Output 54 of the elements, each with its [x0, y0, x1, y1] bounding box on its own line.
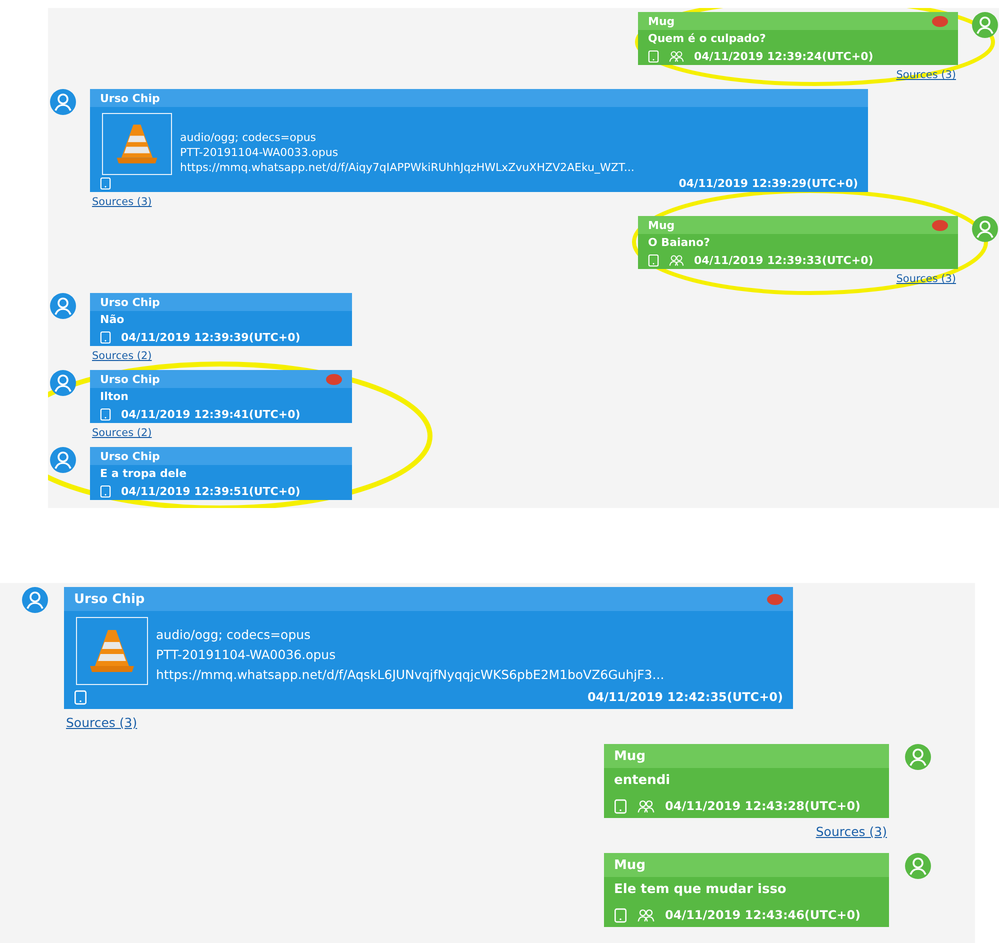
sender-name: Mug — [648, 14, 675, 28]
sources-link[interactable]: Sources (2) — [92, 427, 350, 439]
phone-icon — [100, 408, 111, 421]
message-timestamp: 04/11/2019 12:39:39(UTC+0) — [121, 331, 300, 344]
user-avatar-icon — [905, 853, 931, 879]
message-text: O Baiano? — [647, 235, 711, 251]
sender-name: Mug — [614, 748, 646, 764]
phone-icon — [648, 50, 659, 63]
message-text: Não — [99, 312, 126, 328]
message-text: entendi — [613, 772, 672, 790]
message-timestamp: 04/11/2019 12:43:28(UTC+0) — [665, 799, 861, 813]
group-icon — [637, 908, 655, 922]
phone-icon — [100, 485, 111, 498]
message-text: Quem é o culpado? — [647, 31, 767, 47]
sender-name: Urso Chip — [100, 372, 160, 386]
file-name: PTT-20191104-WA0036.opus — [156, 646, 337, 664]
message-timestamp: 04/11/2019 12:39:24(UTC+0) — [694, 50, 874, 63]
sender-name: Urso Chip — [100, 450, 160, 462]
mime-type: audio/ogg; codecs=opus — [156, 626, 312, 644]
phone-icon — [614, 798, 627, 814]
message-timestamp: 04/11/2019 12:39:51(UTC+0) — [121, 485, 300, 498]
file-thumbnail[interactable] — [76, 617, 148, 685]
mime-type: audio/ogg; codecs=opus — [180, 130, 318, 145]
file-name: PTT-20191104-WA0033.opus — [180, 145, 340, 160]
message-text: Ele tem que mudar isso — [613, 881, 788, 899]
user-avatar-icon — [22, 587, 48, 613]
group-icon — [669, 254, 684, 267]
sources-link[interactable]: Sources (2) — [92, 350, 350, 362]
phone-icon — [100, 331, 111, 344]
message-text: E a tropa dele — [99, 466, 188, 482]
user-avatar-icon — [905, 744, 931, 770]
phone-icon — [648, 254, 659, 267]
sender-name: Mug — [648, 218, 675, 232]
file-thumbnail[interactable] — [102, 113, 172, 175]
file-url: https://mmq.whatsapp.net/d/f/AqskL6JUNvqjfNyqqjcWKS6pbE2M1boVZ6GuhjF3... — [156, 666, 664, 684]
message-timestamp: 04/11/2019 12:39:29(UTC+0) — [678, 177, 858, 190]
sender-name: Urso Chip — [74, 592, 145, 606]
sources-link[interactable]: Sources (3) — [92, 196, 866, 208]
sender-name: Urso Chip — [100, 92, 160, 104]
phone-icon — [74, 690, 87, 704]
sender-name: Mug — [614, 858, 646, 872]
sources-link[interactable]: Sources (3) — [816, 824, 887, 839]
phone-icon — [614, 908, 627, 922]
group-icon — [637, 798, 655, 814]
message-timestamp: 04/11/2019 12:39:33(UTC+0) — [694, 254, 874, 267]
sources-link[interactable]: Sources (3) — [66, 715, 791, 730]
message-timestamp: 04/11/2019 12:42:35(UTC+0) — [587, 690, 783, 704]
sender-name: Urso Chip — [100, 296, 160, 308]
file-url: https://mmq.whatsapp.net/d/f/Aiqy7qIAPPWkiRUhhJqzHWLxZvuXHZV2AEku_WZT... — [180, 160, 634, 175]
message-text: Ilton — [99, 389, 130, 405]
group-icon — [669, 50, 684, 63]
phone-icon — [100, 177, 111, 190]
message-timestamp: 04/11/2019 12:39:41(UTC+0) — [121, 408, 300, 421]
message-timestamp: 04/11/2019 12:43:46(UTC+0) — [665, 908, 861, 922]
